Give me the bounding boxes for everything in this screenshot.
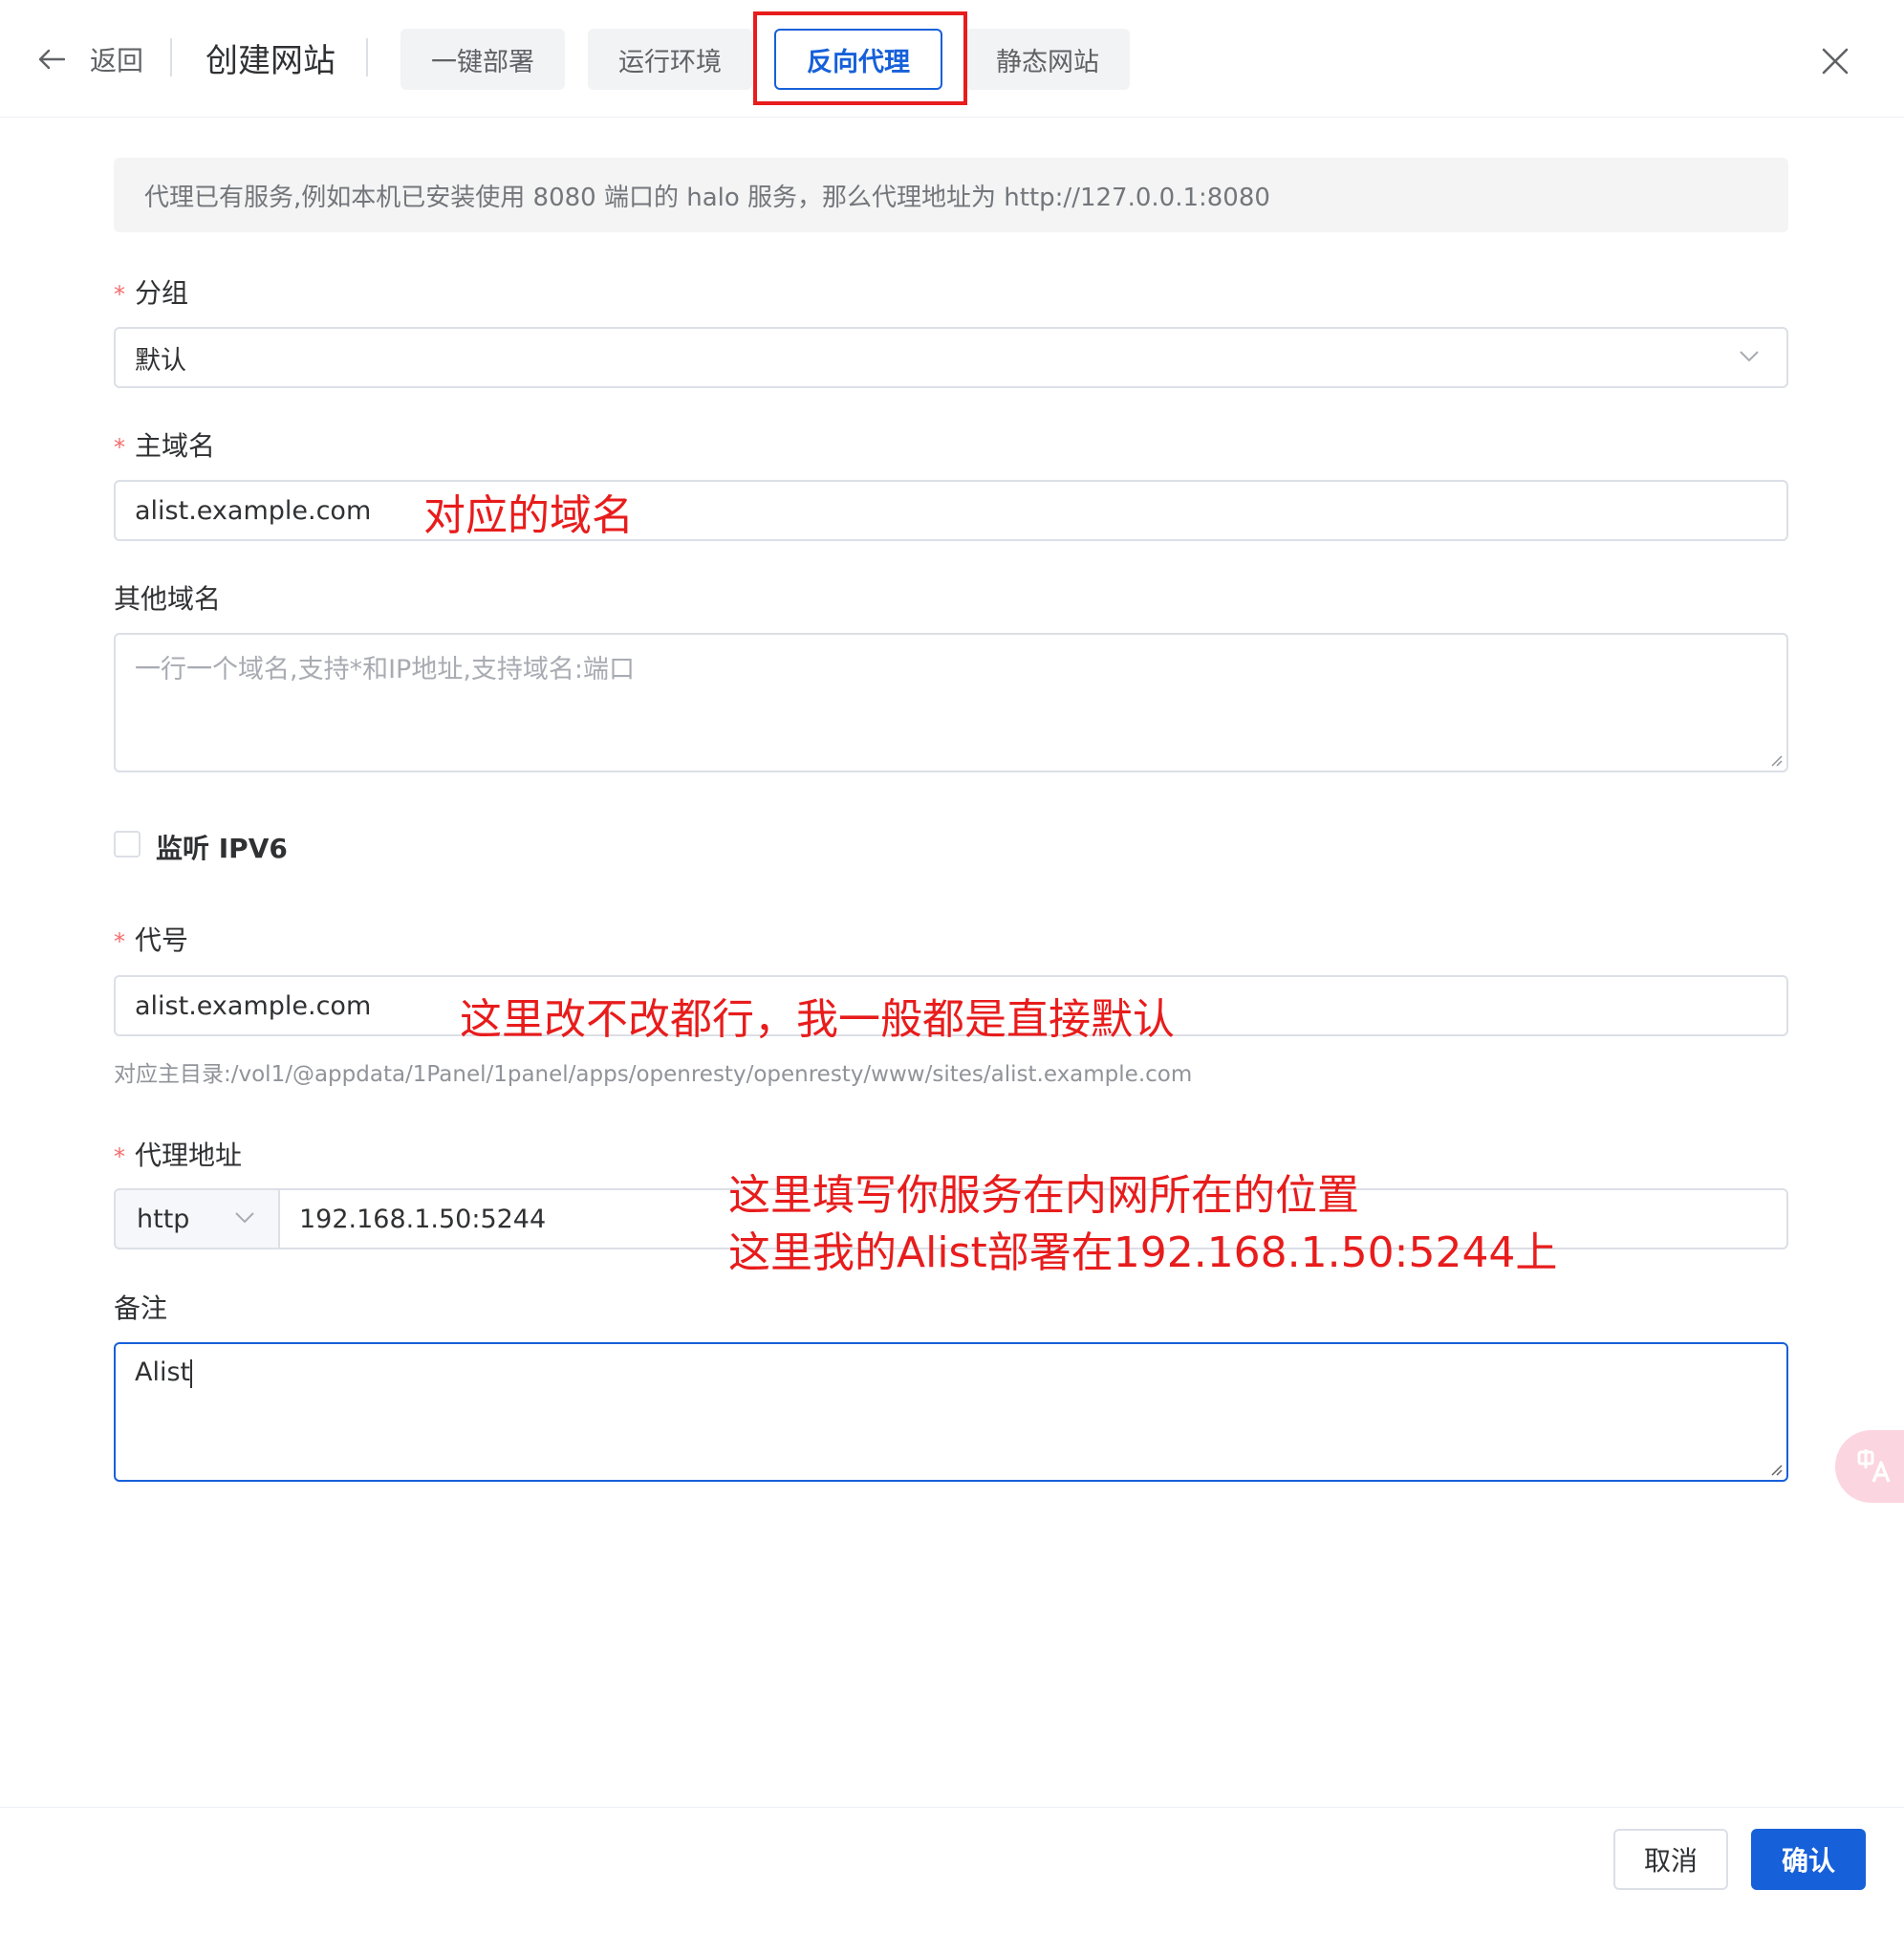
cancel-button[interactable]: 取消 [1613, 1829, 1728, 1890]
protocol-value: http [137, 1204, 190, 1234]
translate-icon [1857, 1449, 1891, 1483]
alias-hint: 对应主目录:/vol1/@appdata/1Panel/1panel/apps/… [114, 1062, 1193, 1087]
domain-annotation: 对应的域名 [423, 491, 634, 540]
page-title: 创建网站 [206, 42, 335, 80]
divider [170, 38, 172, 76]
proxy-address-label: * 代理地址 [114, 1140, 243, 1171]
proxy-annotation-line2: 这里我的Alist部署在192.168.1.50:5244上 [728, 1228, 1558, 1277]
alias-label: * 代号 [114, 924, 189, 956]
alert-text: 代理已有服务,例如本机已安装使用 8080 端口的 halo 服务，那么代理地址… [144, 183, 1270, 212]
back-label: 返回 [90, 45, 144, 76]
confirm-label: 确认 [1781, 1845, 1835, 1877]
dialog-header: 返回 创建网站 一键部署 运行环境 反向代理 静态网站 [0, 0, 1904, 118]
alias-value: alist.example.com [135, 990, 372, 1021]
ipv6-label: 监听 IPV6 [156, 833, 288, 864]
proxy-annotation-line1: 这里填写你服务在内网所在的位置 [728, 1171, 1359, 1220]
proxy-address-value: 192.168.1.50:5244 [299, 1204, 547, 1234]
info-alert: 代理已有服务,例如本机已安装使用 8080 端口的 halo 服务，那么代理地址… [114, 158, 1788, 232]
divider [366, 38, 368, 76]
cancel-label: 取消 [1643, 1845, 1698, 1877]
tab-one-click-deploy[interactable]: 一键部署 [400, 29, 565, 90]
annotation-highlight-box [753, 11, 967, 105]
text-caret [190, 1358, 193, 1388]
primary-domain-input[interactable]: alist.example.com [114, 480, 1788, 541]
tab-static-site[interactable]: 静态网站 [965, 29, 1130, 90]
chevron-down-icon [1740, 351, 1759, 362]
remark-value: Alist [135, 1357, 191, 1387]
other-domains-textarea[interactable]: 一行一个域名,支持*和IP地址,支持域名:端口 [114, 633, 1788, 772]
arrow-left-icon [38, 49, 65, 70]
tab-runtime[interactable]: 运行环境 [588, 29, 752, 90]
back-button[interactable]: 返回 [38, 38, 143, 80]
alias-annotation: 这里改不改都行，我一般都是直接默认 [460, 995, 1175, 1044]
tab-label: 一键部署 [431, 47, 534, 77]
resize-handle-icon[interactable] [1769, 753, 1783, 767]
close-icon[interactable] [1816, 42, 1854, 80]
tab-label: 运行环境 [618, 47, 722, 77]
remark-label: 备注 [114, 1292, 168, 1324]
create-website-dialog: 返回 创建网站 一键部署 运行环境 反向代理 静态网站 代理已有服务,例如本机已… [0, 0, 1904, 1933]
chevron-down-icon [235, 1212, 254, 1224]
required-mark: * [114, 1143, 125, 1170]
remark-textarea[interactable]: Alist [114, 1342, 1788, 1482]
group-value: 默认 [135, 345, 186, 376]
protocol-select[interactable]: http [114, 1188, 278, 1249]
group-label: * 分组 [114, 277, 189, 309]
tab-label: 静态网站 [996, 47, 1099, 77]
required-mark: * [114, 434, 125, 461]
resize-handle-icon[interactable] [1769, 1463, 1783, 1476]
ipv6-checkbox[interactable] [114, 831, 141, 858]
other-domains-placeholder: 一行一个域名,支持*和IP地址,支持域名:端口 [135, 655, 636, 684]
primary-domain-label: * 主域名 [114, 430, 216, 462]
confirm-button[interactable]: 确认 [1751, 1829, 1866, 1890]
group-select[interactable]: 默认 [114, 327, 1788, 388]
required-mark: * [114, 281, 125, 308]
other-domains-label: 其他域名 [114, 583, 222, 615]
primary-domain-value: alist.example.com [135, 495, 372, 526]
required-mark: * [114, 928, 125, 955]
translate-tool-button[interactable] [1835, 1430, 1904, 1503]
